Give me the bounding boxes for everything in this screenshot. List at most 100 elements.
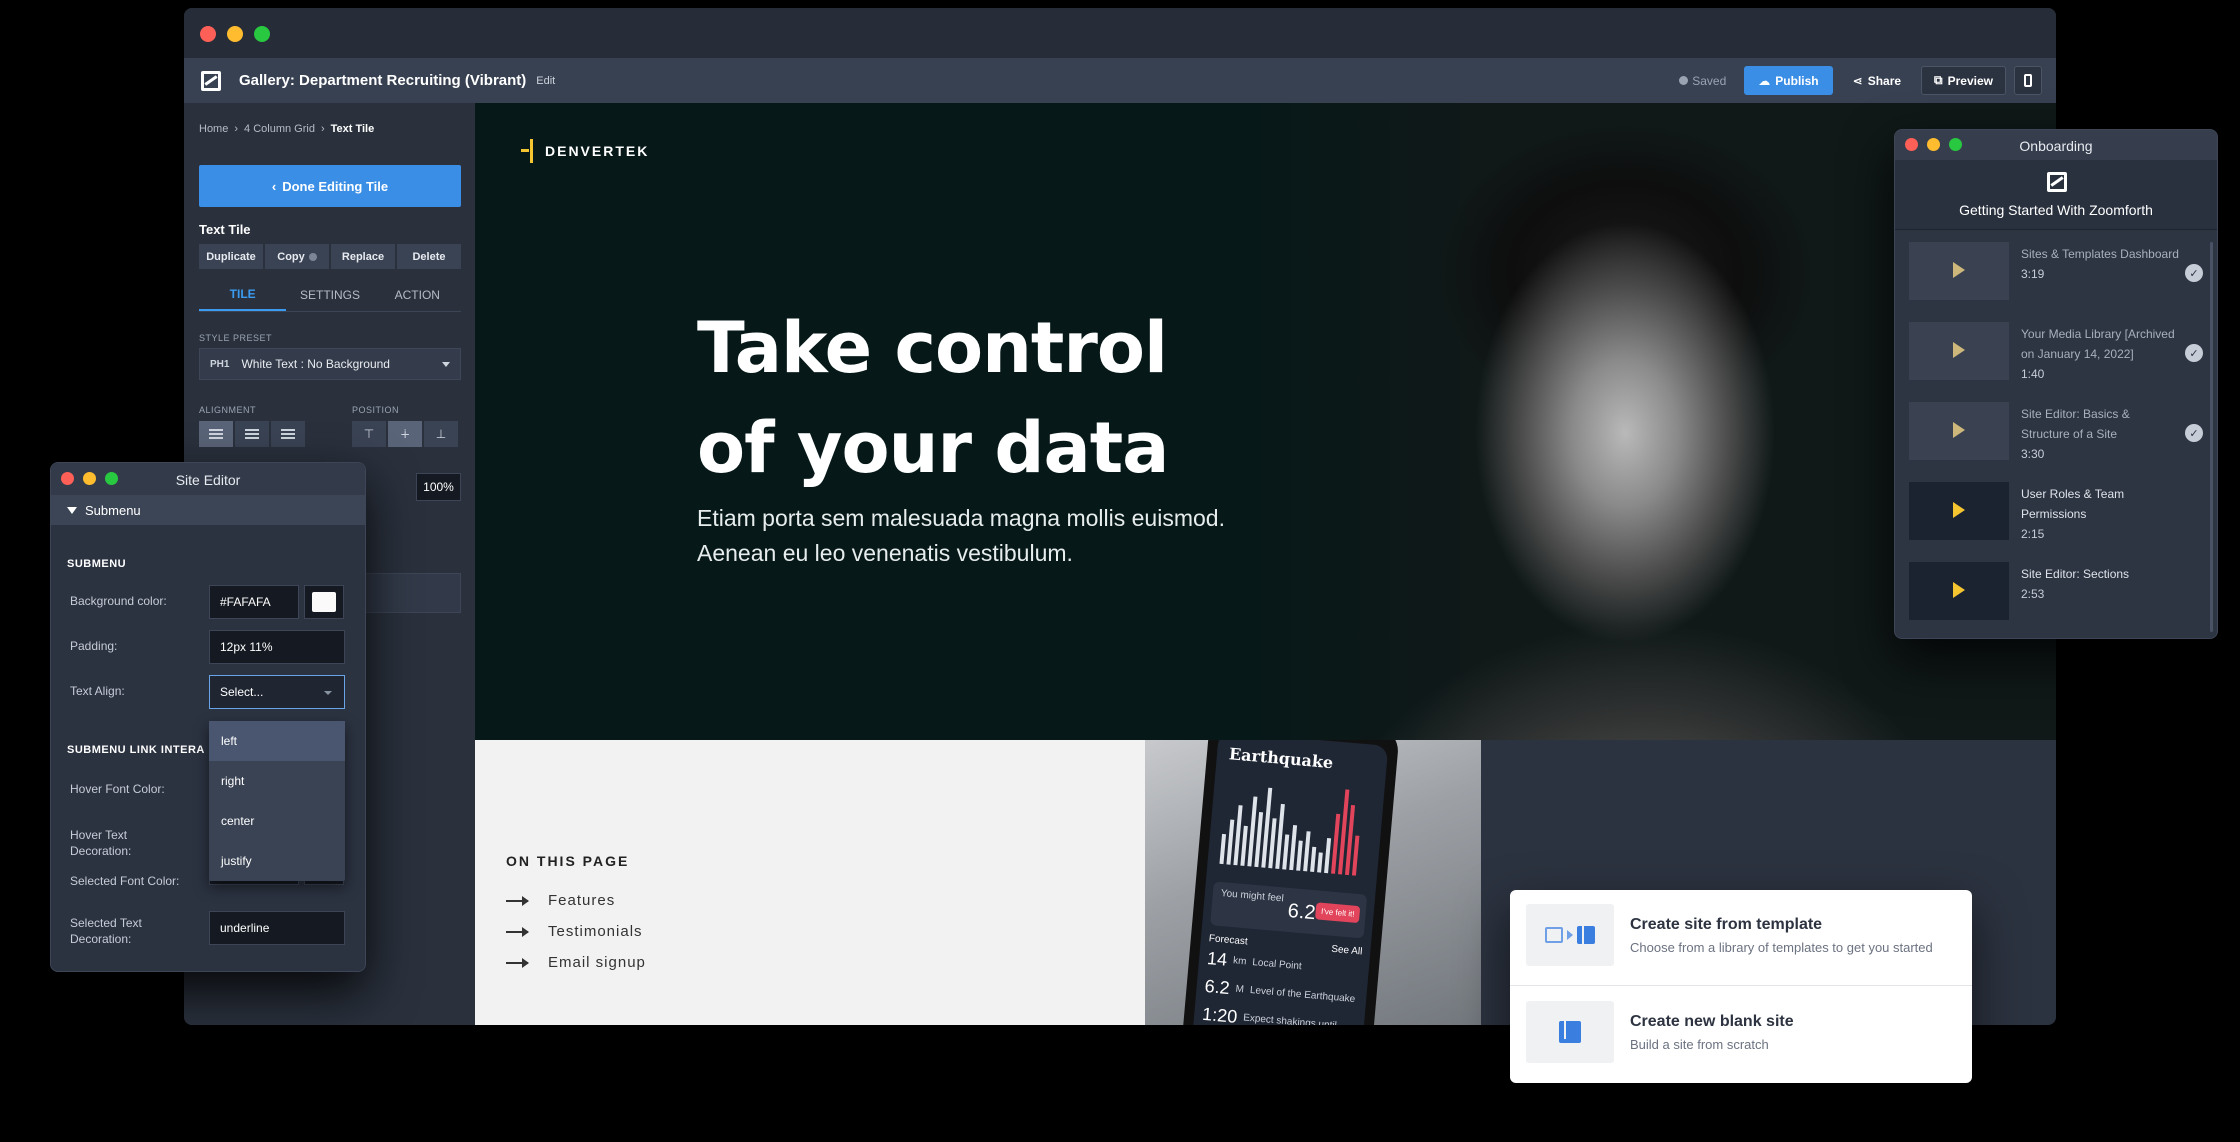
on-this-page-link[interactable]: Features <box>506 885 646 916</box>
option-right[interactable]: right <box>209 761 345 801</box>
color-swatch-button[interactable] <box>304 585 344 619</box>
selected-text-decoration-input[interactable]: underline <box>209 911 345 945</box>
breadcrumb-current: Text Tile <box>330 123 375 135</box>
align-right-button[interactable] <box>271 421 305 447</box>
zoomforth-logo-icon[interactable] <box>201 70 221 91</box>
video-item[interactable]: Your Media Library [Archived on January … <box>1909 322 2203 402</box>
accordion-label: Submenu <box>85 502 141 518</box>
forecast-text: Local Point <box>1251 956 1303 972</box>
position-top-button[interactable]: ⊤ <box>352 421 386 447</box>
on-this-page-section: ON THIS PAGE Features Testimonials Email… <box>475 740 1147 1025</box>
on-this-page-link[interactable]: Email signup <box>506 947 646 978</box>
create-blank-site-option[interactable]: Create new blank site Build a site from … <box>1510 987 1972 1083</box>
breadcrumb-grid[interactable]: 4 Column Grid <box>244 123 315 135</box>
forecast-value: 1:20 <box>1201 1003 1239 1025</box>
saved-label: Saved <box>1692 73 1727 88</box>
video-name: Site Editor: Sections <box>2021 567 2130 581</box>
align-left-button[interactable] <box>199 421 233 447</box>
arrow-right-icon <box>506 926 529 937</box>
share-icon: ⋖ <box>1852 73 1863 88</box>
seismograph-bar <box>1296 840 1303 871</box>
seismograph-bar <box>1351 835 1360 876</box>
video-name: User Roles & Team Permissions <box>2021 487 2125 521</box>
tile-actions: Duplicate Copy Replace Delete <box>199 244 461 269</box>
align-top-icon: ⊤ <box>363 427 375 441</box>
video-thumbnail[interactable] <box>1909 482 2009 540</box>
duplicate-button[interactable]: Duplicate <box>199 244 263 269</box>
preview-button[interactable]: ⧉ Preview <box>1921 66 2006 95</box>
page-title: Gallery: Department Recruiting (Vibrant) <box>239 72 527 89</box>
publish-label: Publish <box>1775 73 1819 88</box>
publish-button[interactable]: ☁ Publish <box>1744 66 1833 95</box>
selected-text-decoration-label: Selected Text Decoration: <box>70 916 142 946</box>
edit-title-link[interactable]: Edit <box>536 75 555 87</box>
tab-settings[interactable]: SETTINGS <box>286 278 373 311</box>
option-center[interactable]: center <box>209 801 345 841</box>
done-editing-button[interactable]: ‹ Done Editing Tile <box>199 165 461 207</box>
option-title: Create new blank site <box>1630 1013 1794 1030</box>
hero-title[interactable]: Take control of your data <box>697 298 1257 498</box>
selected-font-color-label: Selected Font Color: <box>70 874 180 888</box>
background-color-input[interactable]: #FAFAFA <box>209 585 299 619</box>
video-thumbnail[interactable] <box>1909 242 2009 300</box>
video-thumbnail[interactable] <box>1909 562 2009 620</box>
duplicate-label: Duplicate <box>206 250 256 263</box>
link-label: Email signup <box>548 954 646 971</box>
seismograph-bar <box>1324 838 1332 874</box>
option-justify[interactable]: justify <box>209 841 345 881</box>
minimize-window-button[interactable] <box>227 26 243 42</box>
share-label: Share <box>1867 73 1902 88</box>
position-bottom-button[interactable]: ⊥ <box>424 421 458 447</box>
hero-section[interactable]: DENVERTEK Take control of your data Etia… <box>475 103 2056 740</box>
hero-subtitle[interactable]: Etiam porta sem malesuada magna mollis e… <box>697 501 1257 571</box>
arrow-right-icon <box>506 957 529 968</box>
tab-tile[interactable]: TILE <box>199 278 287 311</box>
feel-label: You might feel <box>1220 887 1285 905</box>
on-this-page-link[interactable]: Testimonials <box>506 916 646 947</box>
video-item[interactable]: Sites & Templates Dashboard 3:19 ✓ <box>1909 242 2203 322</box>
align-center-button[interactable] <box>235 421 269 447</box>
template-frame-icon <box>1545 927 1563 943</box>
padding-input[interactable]: 12px 11% <box>209 630 345 664</box>
forecast-text: Expect shakings until <box>1242 1011 1338 1025</box>
chevron-right-icon: › <box>234 123 239 135</box>
mobile-preview-button[interactable] <box>2014 66 2042 95</box>
video-duration: 3:30 <box>2021 447 2045 461</box>
position-middle-button[interactable]: ∔ <box>388 421 422 447</box>
tab-action[interactable]: ACTION <box>374 278 461 311</box>
video-item[interactable]: User Roles & Team Permissions 2:15 <box>1909 482 2203 562</box>
phone-screen: Earthquake You might feel 6.2 I've felt … <box>1190 740 1389 1025</box>
align-left-icon <box>209 433 223 435</box>
replace-label: Replace <box>341 250 385 263</box>
onboarding-scrollbar[interactable] <box>2210 242 2213 632</box>
create-from-template-option[interactable]: Create site from template Choose from a … <box>1510 890 1972 986</box>
align-middle-icon: ∔ <box>399 427 411 441</box>
text-align-select[interactable]: Select... <box>209 675 345 709</box>
caret-down-icon <box>67 506 77 514</box>
video-item[interactable]: Site Editor: Sections 2:53 <box>1909 562 2203 638</box>
video-thumbnail[interactable] <box>1909 402 2009 460</box>
copy-button[interactable]: Copy <box>265 244 329 269</box>
close-window-button[interactable] <box>200 26 216 42</box>
video-name: Sites & Templates Dashboard <box>2021 247 2179 261</box>
breadcrumb-home[interactable]: Home <box>199 123 228 135</box>
position-label: POSITION <box>352 405 400 415</box>
percent-input[interactable]: 100% <box>416 473 461 501</box>
external-link-icon: ⧉ <box>1934 73 1943 87</box>
replace-button[interactable]: Replace <box>331 244 395 269</box>
chevron-right-icon: › <box>320 123 325 135</box>
video-thumbnail[interactable] <box>1909 322 2009 380</box>
delete-label: Delete <box>412 250 446 263</box>
option-left[interactable]: left <box>209 721 345 761</box>
submenu-accordion[interactable]: Submenu <box>51 495 365 525</box>
forecast-unit: M <box>1235 983 1245 995</box>
delete-button[interactable]: Delete <box>397 244 461 269</box>
alignment-control <box>199 421 305 447</box>
layout-icon <box>1559 1021 1581 1043</box>
forecast-list: Forecast See All 14 km Local Point 6.2 M Leve… <box>1201 933 1362 1025</box>
share-button[interactable]: ⋖ Share <box>1841 66 1913 95</box>
maximize-window-button[interactable] <box>254 26 270 42</box>
video-item[interactable]: Site Editor: Basics & Structure of a Sit… <box>1909 402 2203 482</box>
phone-app-image: Earthquake You might feel 6.2 I've felt … <box>1145 740 1481 1025</box>
style-preset-select[interactable]: PH1 White Text : No Background <box>199 348 461 380</box>
